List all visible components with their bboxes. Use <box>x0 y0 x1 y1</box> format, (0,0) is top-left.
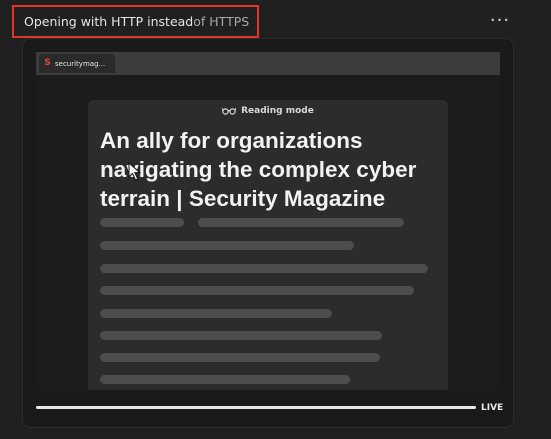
placeholder-line <box>100 264 428 273</box>
placeholder-line <box>100 241 354 250</box>
video-title: Opening with HTTP instead of HTTPS <box>12 5 259 38</box>
placeholder-line <box>100 309 332 318</box>
reading-mode-label: Reading mode <box>241 106 314 116</box>
more-icon: ··· <box>489 10 511 31</box>
reading-mode-panel: Reading mode An ally for organizations n… <box>88 100 448 390</box>
browser-tab-label: securitymag... <box>55 59 106 68</box>
placeholder-line <box>100 331 382 340</box>
video-progress-bar[interactable] <box>36 406 476 409</box>
placeholder-line <box>100 375 350 384</box>
security-magazine-favicon-icon: S <box>44 58 51 68</box>
video-progress-fill <box>36 406 476 409</box>
video-title-dim: of HTTPS <box>193 14 250 29</box>
reading-mode-header: Reading mode <box>88 106 448 116</box>
page: Opening with HTTP instead of HTTPS ··· S… <box>0 0 551 439</box>
more-options-button[interactable]: ··· <box>488 10 512 32</box>
placeholder-line <box>100 286 414 295</box>
video-title-main: Opening with HTTP instead <box>24 14 194 29</box>
mouse-cursor-icon <box>128 162 142 181</box>
video-preview[interactable]: S securitymag... Reading mode An ally fo… <box>36 52 500 390</box>
browser-tab[interactable]: S securitymag... <box>39 54 115 73</box>
glasses-icon <box>222 108 237 115</box>
article-title: An ally for organizations navigating the… <box>100 128 417 211</box>
placeholder-line <box>100 353 380 362</box>
live-badge: LIVE <box>481 403 504 413</box>
browser-tab-bar: S securitymag... <box>36 52 500 75</box>
placeholder-line <box>198 218 404 227</box>
placeholder-line <box>100 218 184 227</box>
